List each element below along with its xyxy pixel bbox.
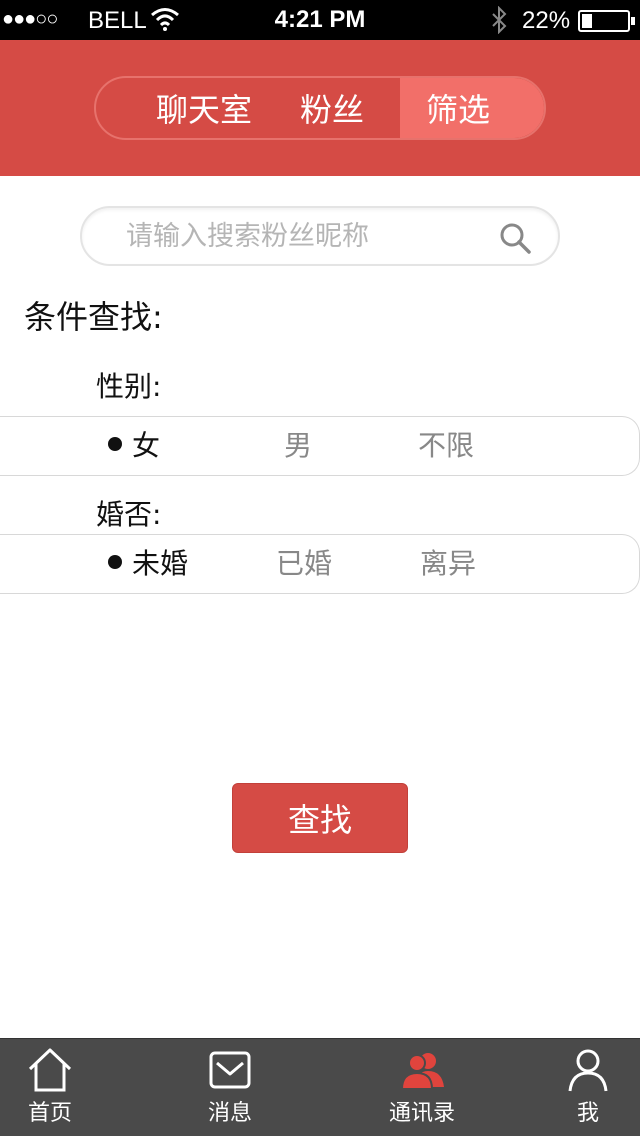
tab-chatroom[interactable]: 聊天室 — [96, 78, 296, 138]
home-icon — [28, 1048, 72, 1092]
option-label: 未婚 — [132, 547, 189, 580]
selected-dot-icon — [108, 437, 122, 451]
mail-icon — [209, 1051, 251, 1089]
marital-label: 婚否: — [96, 498, 162, 531]
marital-option-single[interactable]: 未婚 — [108, 547, 188, 581]
tabbar-item-home[interactable]: 首页 — [10, 1039, 90, 1136]
gender-options: 女 男 不限 — [0, 416, 640, 476]
gender-option-male[interactable]: 男 — [284, 429, 312, 463]
search-icon[interactable] — [498, 221, 532, 255]
tab-label: 消息 — [207, 1101, 252, 1126]
battery-nub — [631, 17, 635, 25]
find-button[interactable]: 查找 — [232, 783, 408, 853]
tabbar-item-messages[interactable]: 消息 — [190, 1039, 270, 1136]
gender-option-any[interactable]: 不限 — [418, 429, 474, 463]
segmented-control: 聊天室 粉丝 筛选 — [94, 76, 546, 140]
tab-label: 通讯录 — [388, 1101, 455, 1126]
battery-fill — [582, 14, 592, 28]
battery-icon — [578, 10, 635, 32]
tab-label: 首页 — [27, 1101, 72, 1126]
status-bar: ●●●○○ BELL 4:21 PM 22% — [0, 0, 640, 40]
tab-bar: 首页 消息 通讯录 我 — [0, 1038, 640, 1136]
battery-percent: 22% — [522, 7, 571, 34]
gender-label: 性别: — [96, 370, 162, 403]
contacts-icon — [400, 1053, 444, 1090]
marital-option-divorced[interactable]: 离异 — [420, 547, 476, 581]
marital-option-married[interactable]: 已婚 — [276, 547, 332, 581]
gender-option-female[interactable]: 女 — [108, 429, 160, 463]
tabbar-item-me[interactable]: 我 — [548, 1039, 628, 1136]
bluetooth-icon — [492, 6, 507, 34]
option-label: 女 — [132, 429, 161, 462]
search-input[interactable] — [126, 216, 506, 256]
search-box — [80, 206, 560, 266]
marital-options: 未婚 已婚 离异 — [0, 534, 640, 594]
selected-dot-icon — [108, 555, 122, 569]
header: 聊天室 粉丝 筛选 — [0, 40, 640, 176]
user-icon — [568, 1049, 608, 1092]
tab-label: 我 — [576, 1101, 599, 1126]
filter-title: 条件查找: — [24, 298, 163, 336]
tab-fans[interactable]: 粉丝 — [296, 78, 400, 138]
tab-filter[interactable]: 筛选 — [400, 78, 544, 138]
tabbar-item-contacts[interactable]: 通讯录 — [370, 1039, 474, 1136]
